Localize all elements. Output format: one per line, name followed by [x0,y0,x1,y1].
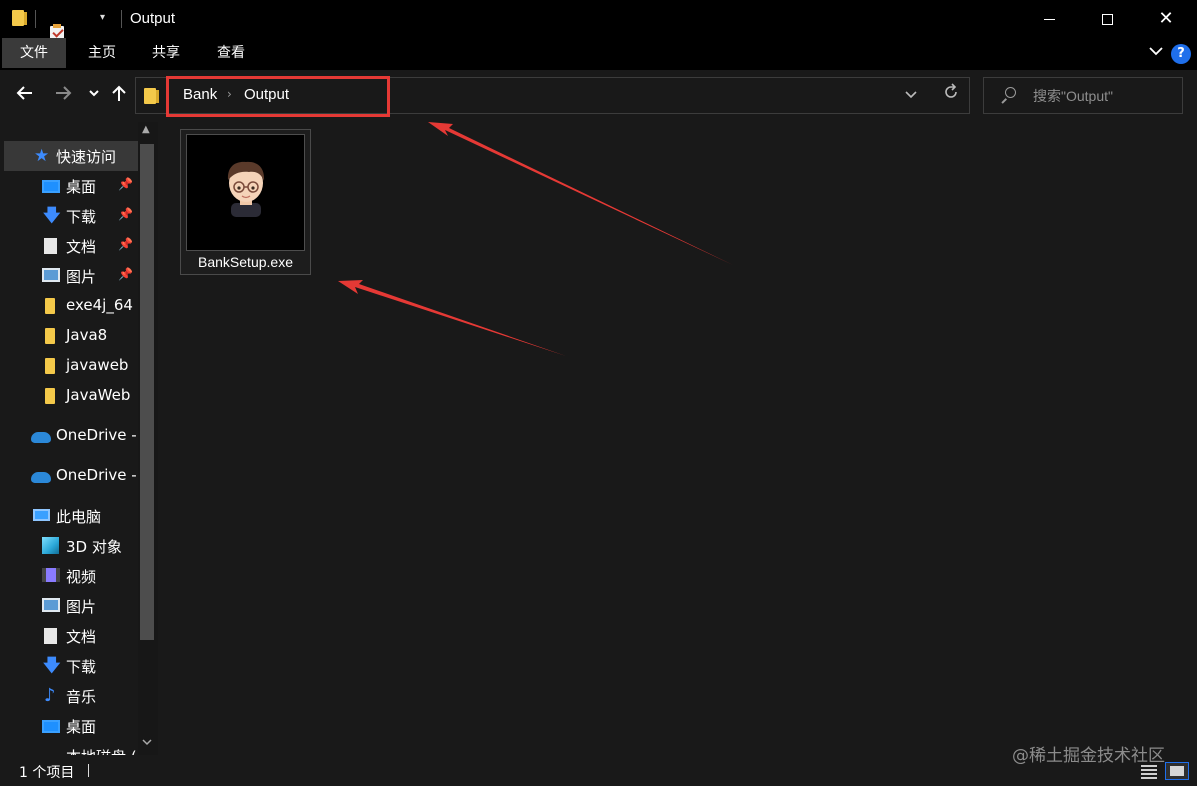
details-view-icon[interactable] [1141,764,1157,779]
watermark: @稀土掘金技术社区 [1012,746,1165,766]
annotation-arrow-file [338,280,566,356]
large-icons-view-icon[interactable] [1165,762,1189,780]
annotation-arrows [338,122,733,356]
item-count: 1 个项目 [19,765,75,781]
divider [88,764,89,777]
annotation-arrow-address [428,122,733,265]
